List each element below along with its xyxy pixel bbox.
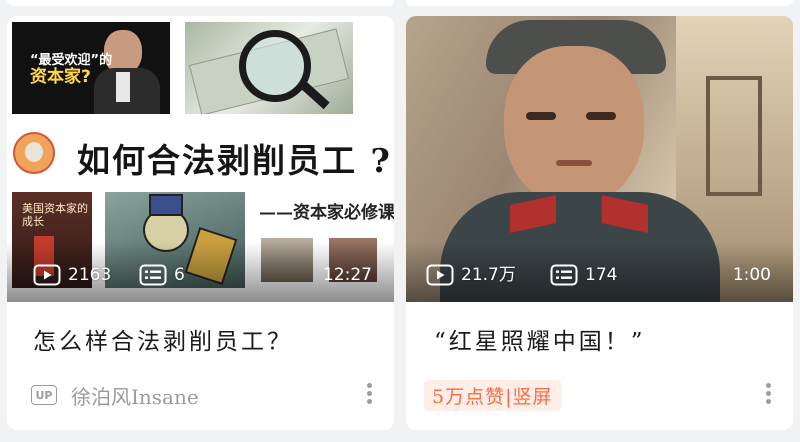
author-name[interactable]: 徐泊风Insane	[71, 381, 199, 410]
danmaku-icon	[550, 264, 578, 286]
thumbnail-person-panel: “最受欢迎”的 资本家?	[12, 22, 170, 114]
thumbnail-subheading: ——资本家必修课	[259, 203, 394, 223]
channel-logo	[13, 132, 55, 174]
previous-row-edge	[0, 0, 800, 8]
thumbnail-caption: “最受欢迎”的	[30, 53, 113, 68]
more-options-icon[interactable]	[364, 380, 374, 410]
video-duration: 1:00	[732, 265, 771, 285]
book-title: 美国资本家的成长	[22, 202, 88, 228]
danmaku-icon	[139, 264, 167, 286]
thumbnail-money-panel	[185, 22, 353, 114]
play-count: 2163	[68, 265, 112, 285]
video-card[interactable]: “最受欢迎”的 资本家? 如何合法剥削员工 ? ——资本家必修课 美国资本家的成…	[7, 16, 394, 430]
danmaku-count: 6	[174, 265, 185, 285]
play-count-icon	[426, 264, 454, 286]
video-title[interactable]: 怎么样合法剥削员工？	[33, 322, 373, 356]
video-duration: 12:27	[323, 265, 372, 285]
video-card[interactable]: 21.7万 174 1:00 “红星照耀中国！” 5万点赞|竖屏	[406, 16, 793, 430]
video-thumbnail[interactable]: 21.7万 174 1:00	[406, 16, 793, 302]
recommend-tag: 5万点赞|竖屏	[424, 379, 561, 411]
more-options-icon[interactable]	[763, 380, 773, 410]
video-title[interactable]: “红星照耀中国！”	[434, 322, 774, 356]
danmaku-count: 174	[585, 265, 618, 285]
play-count: 21.7万	[461, 265, 516, 285]
video-thumbnail[interactable]: “最受欢迎”的 资本家? 如何合法剥削员工 ? ——资本家必修课 美国资本家的成…	[7, 16, 394, 302]
play-count-icon	[33, 264, 61, 286]
thumbnail-caption-highlight: 资本家?	[30, 67, 91, 87]
up-badge-icon: UP	[31, 385, 57, 405]
thumbnail-heading: 如何合法剥削员工 ?	[77, 141, 392, 180]
